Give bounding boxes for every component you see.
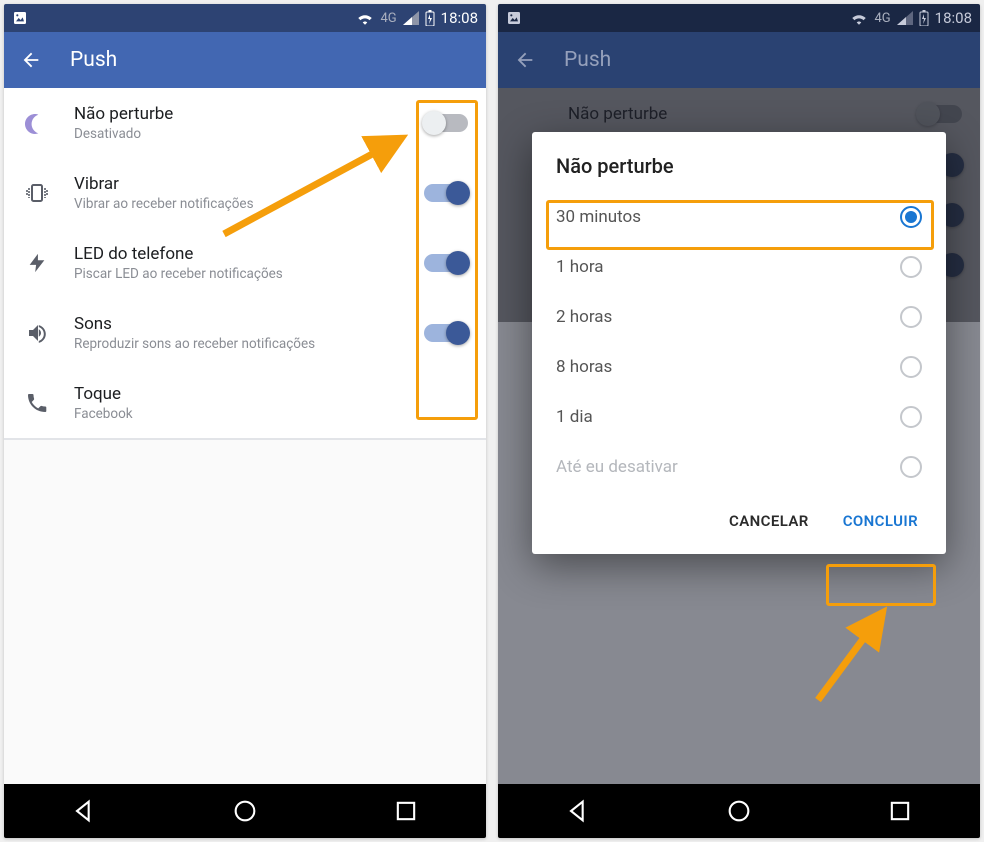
radio-icon [900, 356, 922, 378]
setting-subtitle: Reproduzir sons ao receber notificações [74, 336, 402, 352]
app-bar: Push [4, 32, 486, 88]
nav-home-icon[interactable] [725, 797, 753, 825]
image-icon [506, 10, 522, 26]
signal-icon [403, 11, 419, 25]
radio-icon [900, 256, 922, 278]
setting-title: Sons [74, 314, 402, 334]
setting-vibrate[interactable]: Vibrar Vibrar ao receber notificações [4, 158, 486, 228]
option-label: 8 horas [556, 357, 612, 377]
setting-led[interactable]: LED do telefone Piscar LED ao receber no… [4, 228, 486, 298]
clock: 18:08 [935, 9, 972, 27]
dnd-dialog: Não perturbe 30 minutos 1 hora 2 horas 8… [532, 132, 946, 554]
setting-title: LED do telefone [74, 244, 402, 264]
option-1h[interactable]: 1 hora [532, 242, 946, 292]
phone-icon [25, 391, 49, 415]
option-label: Até eu desativar [556, 457, 678, 477]
dialog-title: Não perturbe [532, 132, 946, 192]
option-label: 30 minutos [556, 207, 641, 227]
option-8h[interactable]: 8 horas [532, 342, 946, 392]
divider [4, 438, 486, 440]
option-label: 2 horas [556, 307, 612, 327]
speaker-icon [25, 321, 49, 345]
back-icon[interactable] [20, 49, 42, 71]
option-30min[interactable]: 30 minutos [532, 192, 946, 242]
app-bar: Push [498, 32, 980, 88]
signal-icon [897, 11, 913, 25]
setting-dnd[interactable]: Não perturbe Desativado [4, 88, 486, 158]
nav-back-icon[interactable] [564, 797, 592, 825]
nav-recent-icon[interactable] [392, 797, 420, 825]
option-until-off[interactable]: Até eu desativar [532, 442, 946, 492]
setting-title: Toque [74, 384, 468, 404]
setting-subtitle: Desativado [74, 126, 402, 142]
nav-bar [4, 784, 486, 838]
network-label: 4G [380, 11, 396, 26]
toggle-vibrate[interactable] [424, 184, 468, 202]
bolt-icon [26, 251, 48, 275]
option-label: 1 dia [556, 407, 593, 427]
option-2h[interactable]: 2 horas [532, 292, 946, 342]
nav-recent-icon[interactable] [886, 797, 914, 825]
wifi-icon [356, 11, 374, 25]
nav-home-icon[interactable] [231, 797, 259, 825]
network-label: 4G [874, 11, 890, 26]
back-icon [514, 49, 536, 71]
wifi-icon [850, 11, 868, 25]
page-title: Push [564, 48, 611, 72]
setting-title: Não perturbe [74, 104, 402, 124]
dialog-actions: CANCELAR CONCLUIR [532, 492, 946, 548]
setting-subtitle: Piscar LED ao receber notificações [74, 266, 402, 282]
moon-icon [25, 111, 49, 135]
confirm-button[interactable]: CONCLUIR [835, 506, 926, 536]
radio-icon [900, 456, 922, 478]
clock: 18:08 [441, 9, 478, 27]
radio-icon [900, 406, 922, 428]
setting-subtitle: Vibrar ao receber notificações [74, 196, 402, 212]
nav-back-icon[interactable] [70, 797, 98, 825]
status-bar: 4G 18:08 [4, 4, 486, 32]
image-icon [12, 10, 28, 26]
setting-sounds[interactable]: Sons Reproduzir sons ao receber notifica… [4, 298, 486, 368]
phone-left: 4G 18:08 Push Não perturbe Desativado Vi… [4, 4, 486, 838]
setting-ringtone[interactable]: Toque Facebook [4, 368, 486, 438]
radio-icon [900, 306, 922, 328]
toggle-led[interactable] [424, 254, 468, 272]
toggle-sounds[interactable] [424, 324, 468, 342]
setting-title: Vibrar [74, 174, 402, 194]
nav-bar [498, 784, 980, 838]
option-label: 1 hora [556, 257, 604, 277]
option-1d[interactable]: 1 dia [532, 392, 946, 442]
vibrate-icon [24, 181, 50, 205]
toggle-dnd[interactable] [424, 114, 468, 132]
radio-icon [900, 206, 922, 228]
cancel-button[interactable]: CANCELAR [721, 506, 817, 536]
settings-list: Não perturbe Desativado Vibrar Vibrar ao… [4, 88, 486, 438]
phone-right: 4G 18:08 Push Não perturbe Não perturbe … [498, 4, 980, 838]
page-title: Push [70, 48, 117, 72]
setting-subtitle: Facebook [74, 406, 468, 422]
battery-icon [919, 10, 929, 26]
battery-icon [425, 10, 435, 26]
status-bar: 4G 18:08 [498, 4, 980, 32]
